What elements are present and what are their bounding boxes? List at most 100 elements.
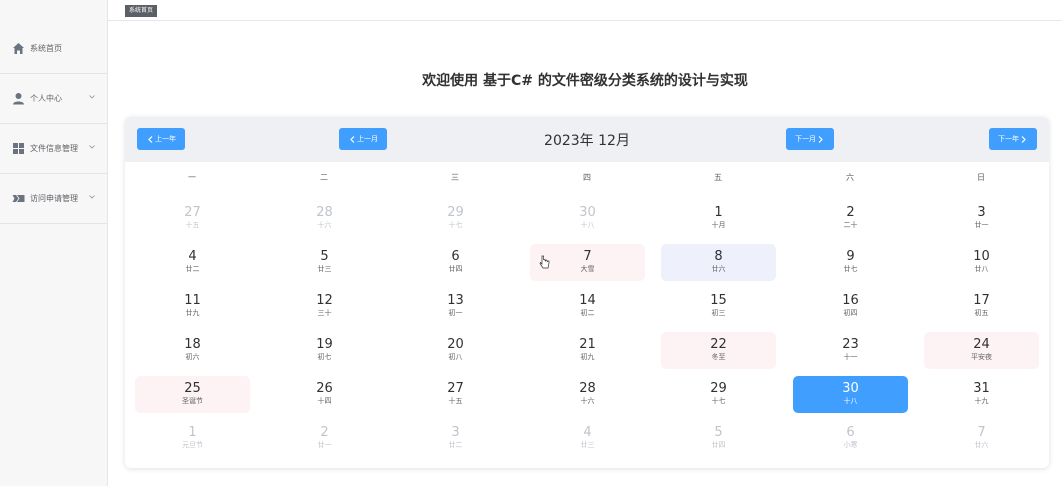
calendar-day[interactable]: 9 廿七 bbox=[793, 244, 908, 281]
calendar-day[interactable]: 12 三十 bbox=[267, 288, 382, 325]
calendar-day[interactable]: 29 十七 bbox=[398, 200, 513, 237]
calendar-day[interactable]: 10 廿八 bbox=[924, 244, 1039, 281]
calendar-day[interactable]: 27 十五 bbox=[135, 200, 250, 237]
current-month-label: 2023年 12月 bbox=[544, 133, 630, 149]
calendar-day[interactable]: 14 初二 bbox=[530, 288, 645, 325]
calendar-day[interactable]: 1 十月 bbox=[661, 200, 776, 237]
calendar-day[interactable]: 20 初八 bbox=[398, 332, 513, 369]
calendar-day[interactable]: 3 廿一 bbox=[924, 200, 1039, 237]
day-number: 29 bbox=[710, 381, 727, 396]
sidebar: 系统首页 个人中心 文件信息管理 访问申请管理 bbox=[0, 0, 108, 486]
calendar-day[interactable]: 23 十一 bbox=[793, 332, 908, 369]
calendar-day[interactable]: 2 廿一 bbox=[267, 420, 382, 457]
calendar-day[interactable]: 21 初九 bbox=[530, 332, 645, 369]
calendar-day[interactable]: 29 十七 bbox=[661, 376, 776, 413]
calendar-day[interactable]: 6 小寒 bbox=[793, 420, 908, 457]
calendar-day[interactable]: 30 十八 bbox=[530, 200, 645, 237]
lunar-date: 十七 bbox=[711, 397, 726, 405]
day-number: 3 bbox=[451, 425, 460, 440]
day-number: 22 bbox=[710, 337, 727, 352]
calendar-day[interactable]: 25 圣诞节 bbox=[135, 376, 250, 413]
sidebar-item-label: 系统首页 bbox=[30, 44, 62, 53]
calendar-day[interactable]: 5 廿四 bbox=[661, 420, 776, 457]
calendar-day[interactable]: 18 初六 bbox=[135, 332, 250, 369]
next-month-label: 下一月 bbox=[795, 135, 816, 143]
tab-bar: 系统首页 bbox=[108, 0, 1062, 21]
calendar-day[interactable]: 15 初三 bbox=[661, 288, 776, 325]
day-number: 18 bbox=[184, 337, 201, 352]
day-number: 4 bbox=[583, 425, 592, 440]
day-number: 14 bbox=[579, 293, 596, 308]
calendar-day[interactable]: 31 十九 bbox=[924, 376, 1039, 413]
day-number: 4 bbox=[188, 249, 197, 264]
sidebar-item-file-management[interactable]: 文件信息管理 bbox=[0, 124, 107, 174]
calendar-day[interactable]: 6 廿四 bbox=[398, 244, 513, 281]
lunar-date: 廿二 bbox=[448, 441, 463, 449]
next-month-button[interactable]: 下一月 bbox=[786, 128, 834, 150]
lunar-date: 初五 bbox=[974, 309, 989, 317]
lunar-date: 廿四 bbox=[448, 265, 463, 273]
day-number: 6 bbox=[451, 249, 460, 264]
lunar-date: 十五 bbox=[185, 221, 200, 229]
lunar-date: 二十 bbox=[843, 221, 858, 229]
chevron-down-icon bbox=[89, 145, 95, 149]
lunar-date: 三十 bbox=[317, 309, 332, 317]
weekday-label: 日 bbox=[977, 173, 985, 182]
prev-month-button[interactable]: 上一月 bbox=[339, 128, 387, 150]
calendar-day[interactable]: 22 冬至 bbox=[661, 332, 776, 369]
calendar-day[interactable]: 28 十六 bbox=[530, 376, 645, 413]
lunar-date: 十九 bbox=[974, 397, 989, 405]
lunar-date: 廿七 bbox=[843, 265, 858, 273]
calendar-day[interactable]: 13 初一 bbox=[398, 288, 513, 325]
calendar-day[interactable]: 1 元旦节 bbox=[135, 420, 250, 457]
lunar-date: 十八 bbox=[580, 221, 595, 229]
prev-year-button[interactable]: 上一年 bbox=[137, 128, 185, 150]
calendar-day[interactable]: 24 平安夜 bbox=[924, 332, 1039, 369]
sidebar-item-label: 访问申请管理 bbox=[30, 194, 78, 203]
calendar-day[interactable]: 28 十六 bbox=[267, 200, 382, 237]
lunar-date: 初七 bbox=[317, 353, 332, 361]
calendar-day[interactable]: 16 初四 bbox=[793, 288, 908, 325]
lunar-date: 廿二 bbox=[185, 265, 200, 273]
calendar-day[interactable]: 19 初七 bbox=[267, 332, 382, 369]
day-number: 26 bbox=[316, 381, 333, 396]
day-number: 2 bbox=[846, 205, 855, 220]
sidebar-item-personal-center[interactable]: 个人中心 bbox=[0, 74, 107, 124]
lunar-date: 十八 bbox=[843, 397, 858, 405]
day-number: 28 bbox=[316, 205, 333, 220]
grid-icon bbox=[12, 142, 25, 155]
day-number: 27 bbox=[447, 381, 464, 396]
calendar-day[interactable]: 5 廿三 bbox=[267, 244, 382, 281]
lunar-date: 平安夜 bbox=[971, 353, 992, 361]
chevron-down-icon bbox=[89, 195, 95, 199]
calendar-day[interactable]: 3 廿二 bbox=[398, 420, 513, 457]
tab-home[interactable]: 系统首页 bbox=[125, 5, 158, 17]
next-year-button[interactable]: 下一年 bbox=[989, 128, 1037, 150]
calendar-day[interactable]: 17 初五 bbox=[924, 288, 1039, 325]
lunar-date: 十六 bbox=[317, 221, 332, 229]
lunar-date: 十五 bbox=[448, 397, 463, 405]
calendar-day[interactable]: 2 二十 bbox=[793, 200, 908, 237]
day-number: 11 bbox=[184, 293, 201, 308]
calendar-day[interactable]: 4 廿二 bbox=[135, 244, 250, 281]
calendar-day[interactable]: 8 廿六 bbox=[661, 244, 776, 281]
calendar-day[interactable]: 4 廿三 bbox=[530, 420, 645, 457]
calendar-day[interactable]: 11 廿九 bbox=[135, 288, 250, 325]
chevron-left-icon bbox=[148, 135, 153, 143]
calendar-day[interactable]: 27 十五 bbox=[398, 376, 513, 413]
day-number: 19 bbox=[316, 337, 333, 352]
calendar-day[interactable]: 26 十四 bbox=[267, 376, 382, 413]
sidebar-item-label: 个人中心 bbox=[30, 94, 62, 103]
calendar-day[interactable]: 7 廿六 bbox=[924, 420, 1039, 457]
lunar-date: 初四 bbox=[843, 309, 858, 317]
day-number: 5 bbox=[320, 249, 329, 264]
lunar-date: 初一 bbox=[448, 309, 463, 317]
day-number: 5 bbox=[714, 425, 723, 440]
sidebar-item-access-requests[interactable]: 访问申请管理 bbox=[0, 174, 107, 224]
sidebar-item-label: 文件信息管理 bbox=[30, 144, 78, 153]
sidebar-item-home[interactable]: 系统首页 bbox=[0, 24, 107, 74]
day-number: 30 bbox=[842, 381, 859, 396]
calendar-day-selected[interactable]: 30 十八 bbox=[793, 376, 908, 413]
lunar-date: 廿九 bbox=[185, 309, 200, 317]
home-icon bbox=[12, 42, 25, 55]
